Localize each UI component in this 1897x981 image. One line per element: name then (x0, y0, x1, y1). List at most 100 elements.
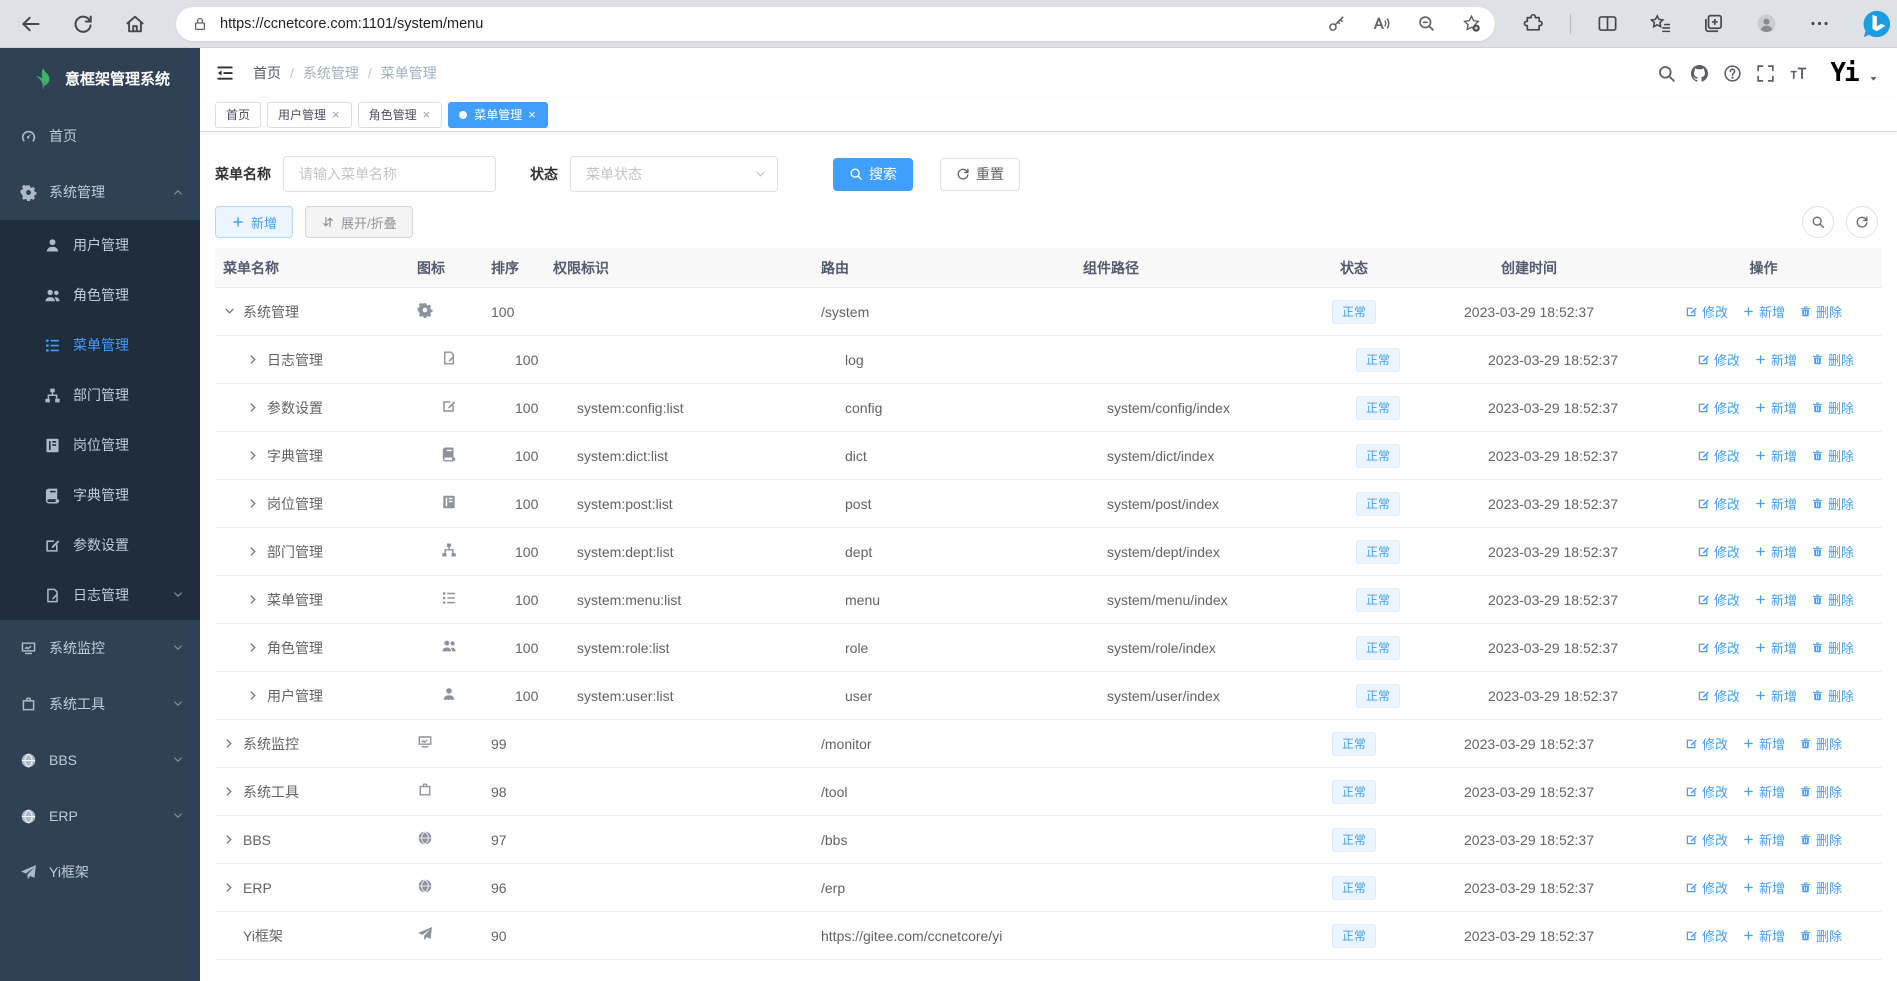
delete-link[interactable]: 删除 (1799, 878, 1842, 897)
zoom-out-icon[interactable] (1417, 14, 1436, 33)
expand-toggle-icon[interactable] (223, 833, 236, 846)
status-select[interactable]: 菜单状态 (570, 156, 778, 192)
add-link[interactable]: 新增 (1754, 542, 1797, 561)
delete-link[interactable]: 删除 (1811, 638, 1854, 657)
expand-toggle-icon[interactable] (247, 593, 260, 606)
expand-toggle-icon[interactable] (247, 689, 260, 702)
sidebar-item-system[interactable]: 系统管理 (0, 164, 200, 220)
delete-link[interactable]: 删除 (1811, 398, 1854, 417)
add-link[interactable]: 新增 (1754, 638, 1797, 657)
delete-link[interactable]: 删除 (1799, 782, 1842, 801)
sidebar-item-config[interactable]: 参数设置 (0, 520, 200, 570)
add-link[interactable]: 新增 (1742, 782, 1785, 801)
read-aloud-icon[interactable] (1372, 14, 1391, 33)
app-logo[interactable]: 意框架管理系统 (0, 48, 200, 108)
delete-link[interactable]: 删除 (1799, 734, 1842, 753)
edit-link[interactable]: 修改 (1685, 830, 1728, 849)
add-link[interactable]: 新增 (1754, 350, 1797, 369)
delete-link[interactable]: 删除 (1811, 686, 1854, 705)
delete-link[interactable]: 删除 (1811, 590, 1854, 609)
breadcrumb-item[interactable]: 系统管理 (303, 63, 359, 83)
tab-menu[interactable]: 菜单管理 × (448, 101, 548, 128)
edit-link[interactable]: 修改 (1697, 590, 1740, 609)
edit-link[interactable]: 修改 (1697, 494, 1740, 513)
github-icon[interactable] (1690, 64, 1709, 83)
tab-home[interactable]: 首页 (215, 101, 262, 128)
add-link[interactable]: 新增 (1742, 830, 1785, 849)
sidebar-item-role[interactable]: 角色管理 (0, 270, 200, 320)
question-icon[interactable] (1723, 64, 1742, 83)
tab-close-icon[interactable]: × (331, 108, 341, 121)
delete-link[interactable]: 删除 (1811, 542, 1854, 561)
edit-link[interactable]: 修改 (1697, 398, 1740, 417)
sidebar-item-home[interactable]: 首页 (0, 108, 200, 164)
more-icon[interactable] (1809, 13, 1830, 34)
expand-toggle-icon[interactable] (247, 497, 260, 510)
lock-icon[interactable] (192, 16, 208, 32)
address-bar[interactable]: https://ccnetcore.com:1101/system/menu (176, 6, 1495, 41)
collections-icon[interactable] (1703, 13, 1724, 34)
search-button[interactable]: 搜索 (833, 157, 913, 191)
edit-link[interactable]: 修改 (1685, 302, 1728, 321)
favorite-add-icon[interactable] (1462, 14, 1481, 33)
refresh-circle-button[interactable] (1846, 206, 1878, 238)
key-icon[interactable] (1327, 14, 1346, 33)
expand-toggle-icon[interactable] (247, 353, 260, 366)
expand-toggle-icon[interactable] (223, 881, 236, 894)
tab-user[interactable]: 用户管理 × (267, 101, 352, 128)
edit-link[interactable]: 修改 (1697, 686, 1740, 705)
edit-link[interactable]: 修改 (1697, 446, 1740, 465)
extensions-icon[interactable] (1523, 13, 1544, 34)
sidebar-item-dept[interactable]: 部门管理 (0, 370, 200, 420)
delete-link[interactable]: 删除 (1799, 302, 1842, 321)
fold-sidebar-icon[interactable] (215, 63, 235, 83)
profile-icon[interactable] (1756, 13, 1777, 34)
search-circle-button[interactable] (1802, 206, 1834, 238)
home-icon[interactable] (124, 13, 146, 35)
delete-link[interactable]: 删除 (1799, 926, 1842, 945)
fullscreen-icon[interactable] (1756, 64, 1775, 83)
expand-toggle-icon[interactable] (247, 401, 260, 414)
edit-link[interactable]: 修改 (1685, 734, 1728, 753)
edit-link[interactable]: 修改 (1697, 350, 1740, 369)
add-link[interactable]: 新增 (1754, 590, 1797, 609)
add-link[interactable]: 新增 (1742, 926, 1785, 945)
sidebar-item-tool[interactable]: 系统工具 (0, 676, 200, 732)
expand-toggle-icon[interactable] (247, 545, 260, 558)
breadcrumb-item[interactable]: 首页 (253, 63, 281, 83)
sidebar-item-bbs[interactable]: BBS (0, 732, 200, 788)
delete-link[interactable]: 删除 (1811, 350, 1854, 369)
edit-link[interactable]: 修改 (1685, 878, 1728, 897)
expand-toggle-icon[interactable] (223, 305, 236, 318)
back-icon[interactable] (20, 13, 42, 35)
expand-toggle-icon[interactable] (223, 737, 236, 750)
delete-link[interactable]: 删除 (1811, 494, 1854, 513)
add-link[interactable]: 新增 (1742, 734, 1785, 753)
expand-collapse-button[interactable]: 展开/折叠 (305, 206, 413, 238)
favorites-bar-icon[interactable] (1650, 13, 1671, 34)
font-size-icon[interactable] (1789, 64, 1808, 83)
delete-link[interactable]: 删除 (1811, 446, 1854, 465)
add-link[interactable]: 新增 (1754, 494, 1797, 513)
expand-toggle-icon[interactable] (223, 785, 236, 798)
sidebar-item-monitor[interactable]: 系统监控 (0, 620, 200, 676)
sidebar-item-erp[interactable]: ERP (0, 788, 200, 844)
caret-down-icon[interactable] (1868, 73, 1879, 84)
edit-link[interactable]: 修改 (1697, 638, 1740, 657)
sidebar-item-yi[interactable]: Yi框架 (0, 844, 200, 900)
expand-toggle-icon[interactable] (247, 641, 260, 654)
add-link[interactable]: 新增 (1754, 398, 1797, 417)
tab-role[interactable]: 角色管理 × (357, 101, 443, 128)
search-icon[interactable] (1657, 64, 1676, 83)
sidebar-item-log[interactable]: 日志管理 (0, 570, 200, 620)
add-link[interactable]: 新增 (1742, 878, 1785, 897)
add-link[interactable]: 新增 (1754, 686, 1797, 705)
add-link[interactable]: 新增 (1754, 446, 1797, 465)
url-text[interactable]: https://ccnetcore.com:1101/system/menu (220, 16, 1301, 32)
tab-close-icon[interactable]: × (422, 108, 432, 121)
bing-icon[interactable] (1862, 9, 1892, 39)
sidebar-item-user[interactable]: 用户管理 (0, 220, 200, 270)
add-link[interactable]: 新增 (1742, 302, 1785, 321)
expand-toggle-icon[interactable] (247, 449, 260, 462)
edit-link[interactable]: 修改 (1685, 926, 1728, 945)
